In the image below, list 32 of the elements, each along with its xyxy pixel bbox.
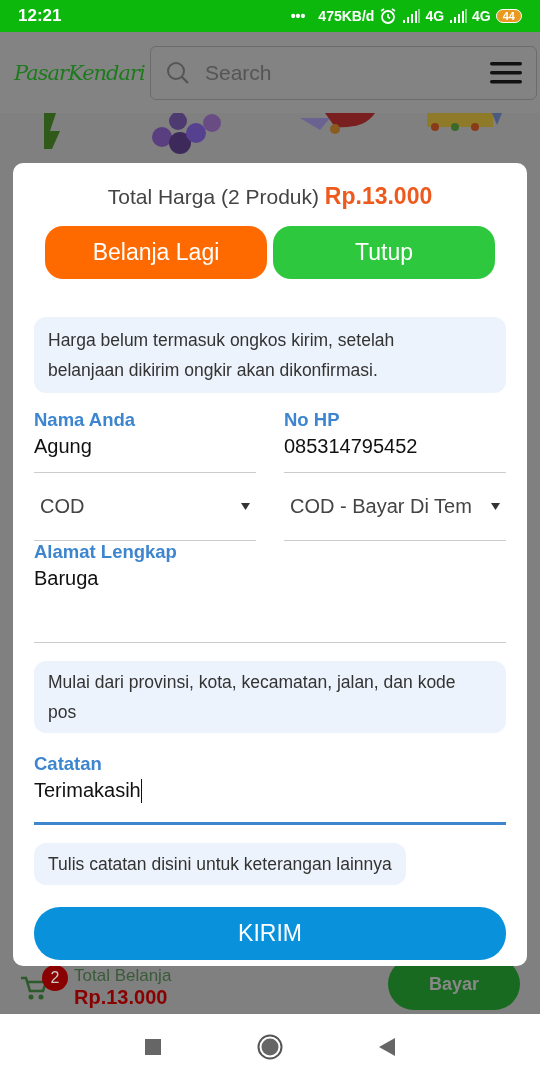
cart-icon[interactable] [20,975,48,1001]
courier-dropdown[interactable]: COD [34,473,256,541]
dialog-title: Total Harga (2 Produk) [107,185,319,208]
field-label: Alamat Lengkap [34,541,178,563]
field-label: Nama Anda [34,409,137,431]
dropdown-icon [241,503,250,510]
search-icon [165,59,191,86]
address-field[interactable]: Baruga [34,563,506,643]
status-time: 12:21 [18,6,62,26]
notification-dots: ••• [290,8,306,24]
network-type: 4G [472,8,491,24]
alarm-icon [379,7,398,25]
notice-text: Harga belum termasuk ongkos kirim, setelah belanjaan dikirim ongkir akan dikonfirmasi. [34,317,506,393]
network-type: 4G [425,8,445,24]
total-label: Total Belanja [74,965,173,986]
network-speed: 475KB/d [318,8,375,24]
total-price: Rp.13.000 [324,183,433,209]
field-label: Catatan [34,753,103,775]
total-price: Rp.13.000 [74,985,169,1009]
note-field[interactable]: Terimakasih [34,775,506,825]
home-icon[interactable] [257,1034,283,1060]
battery-indicator: 44 [495,9,522,23]
menu-icon[interactable] [490,60,522,85]
back-icon[interactable] [379,1038,395,1056]
hint-text: Tulis catatan disini untuk keterangan lainnya [34,843,406,885]
field-label: No HP [284,409,341,431]
signal-icon [449,9,468,23]
cart-count-badge: 2 [42,965,68,991]
hint-text: Mulai dari provinsi, kota, kecamatan, jalan, dan kode pos [34,661,506,733]
service-dropdown[interactable]: COD - Bayar Di Tem [284,473,506,541]
signal-icon [402,9,421,23]
dropdown-icon [491,503,500,510]
